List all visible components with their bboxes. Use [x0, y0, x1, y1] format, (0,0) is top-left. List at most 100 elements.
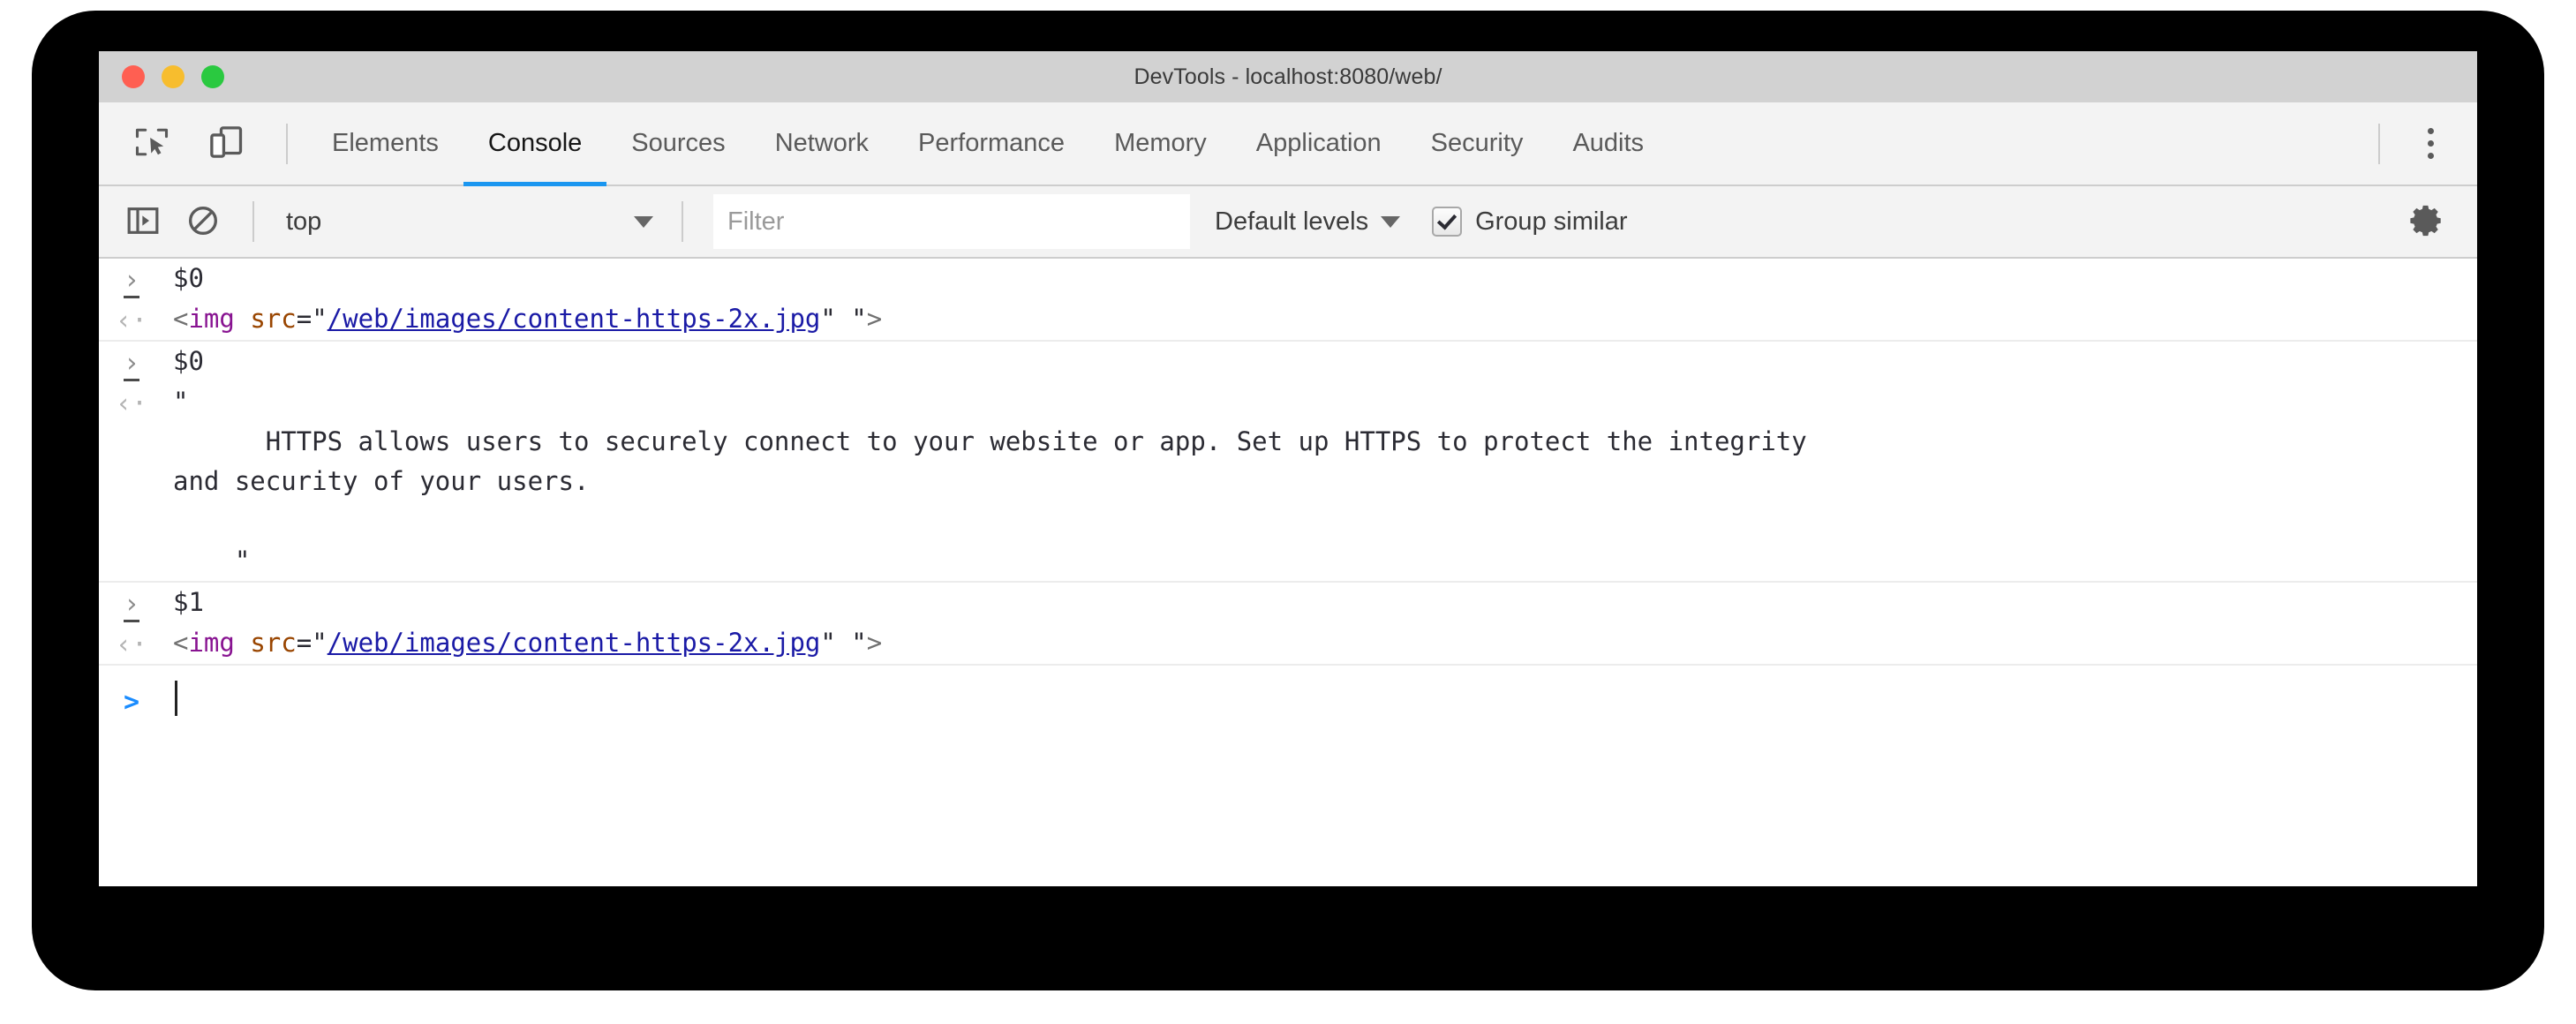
console-toolbar-divider [252, 201, 254, 242]
console-input-arrow-icon: › [123, 267, 140, 298]
quote-close: " [820, 304, 836, 334]
execution-context-selector[interactable]: top [274, 195, 662, 248]
angle-close: > [866, 628, 883, 658]
console-html-result: <img src="/web/images/content-https-2x.j… [164, 623, 2477, 663]
console-input-arrow-icon: › [123, 350, 140, 381]
console-message-group: › $1 ‹· <img src="/web/images/content-https… [99, 583, 2477, 666]
tab-application[interactable]: Application [1232, 102, 1406, 184]
execution-context-label: top [286, 207, 322, 236]
log-levels-label: Default levels [1215, 207, 1369, 236]
console-output-row[interactable]: ‹· <img src="/web/images/content-https-2x… [99, 623, 2477, 664]
row-gutter: › [99, 259, 164, 298]
tab-sources[interactable]: Sources [606, 102, 749, 184]
text-cursor [175, 681, 177, 716]
panel-icon-group [99, 112, 307, 176]
close-window-button[interactable] [122, 65, 145, 88]
panel-tabs: Elements Console Sources Network Performance… [307, 102, 2359, 186]
traffic-lights [122, 51, 224, 102]
console-message-group: › $0 ‹· <img src="/web/images/content-https… [99, 259, 2477, 342]
console-prompt-row[interactable]: > [99, 666, 2477, 726]
console-input-row[interactable]: › $1 [99, 583, 2477, 623]
inspect-element-icon [132, 123, 171, 164]
angle-open: < [173, 304, 189, 334]
log-levels-selector[interactable]: Default levels [1215, 195, 1409, 248]
inspect-element-button[interactable] [118, 112, 185, 176]
equals: = [296, 628, 313, 658]
tag-name: img [188, 304, 235, 334]
clear-console-button[interactable] [173, 192, 233, 252]
window-title: DevTools - localhost:8080/web/ [1134, 64, 1442, 89]
devtools-window: DevTools - localhost:8080/web/ Elements … [99, 51, 2477, 886]
attribute-name: src [250, 304, 297, 334]
tab-memory[interactable]: Memory [1089, 102, 1232, 184]
attribute-name: src [250, 628, 297, 658]
console-message-group: › $0 ‹· " HTTPS allows users to securely co… [99, 342, 2477, 583]
console-input-expression: $0 [173, 346, 204, 376]
chevron-down-icon [634, 215, 653, 228]
group-similar-checkbox[interactable] [1432, 207, 1463, 237]
attribute-url[interactable]: /web/images/content-https-2x.jpg [328, 304, 821, 334]
console-output-row[interactable]: ‹· <img src="/web/images/content-https-2x… [99, 299, 2477, 340]
filter-input[interactable] [713, 194, 1190, 249]
console-html-result: <img src="/web/images/content-https-2x.j… [164, 299, 2477, 339]
tab-network[interactable]: Network [750, 102, 893, 184]
settings-gear-icon [2409, 202, 2446, 242]
console-message-list[interactable]: › $0 ‹· <img src="/web/images/content-https… [99, 259, 2477, 886]
trailing: " [835, 304, 867, 334]
angle-open: < [173, 628, 189, 658]
console-prompt-arrow-icon: > [123, 686, 140, 718]
tag-name: img [188, 628, 235, 658]
quote-open: " [312, 628, 328, 658]
tab-console[interactable]: Console [463, 102, 607, 186]
quote-open: " [312, 304, 328, 334]
window-title-bar: DevTools - localhost:8080/web/ [99, 51, 2477, 102]
clear-console-icon [185, 203, 221, 241]
tab-performance[interactable]: Performance [893, 102, 1089, 184]
row-gutter: > [99, 681, 164, 717]
row-gutter: ‹· [99, 382, 164, 418]
console-output-arrow-icon: ‹· [115, 629, 148, 660]
tab-security[interactable]: Security [1406, 102, 1548, 184]
console-input-expression: $0 [173, 263, 204, 293]
console-toolbar-divider [682, 201, 683, 242]
row-gutter: ‹· [99, 623, 164, 659]
console-sidebar-toggle-button[interactable] [113, 192, 173, 252]
tab-bar-divider [2378, 123, 2380, 164]
row-gutter: › [99, 583, 164, 622]
group-similar-label: Group similar [1475, 207, 1628, 236]
tab-bar-right [2359, 113, 2477, 175]
tab-elements[interactable]: Elements [307, 102, 463, 184]
console-input-row[interactable]: › $0 [99, 342, 2477, 382]
console-string-result: " HTTPS allows users to securely connect… [173, 387, 1807, 576]
devtools-tab-bar: Elements Console Sources Network Performance… [99, 102, 2477, 186]
maximize-window-button[interactable] [201, 65, 224, 88]
kebab-dot-icon [2427, 128, 2434, 134]
device-toolbar-button[interactable] [192, 112, 260, 176]
attribute-url[interactable]: /web/images/content-https-2x.jpg [328, 628, 821, 658]
kebab-dot-icon [2427, 153, 2434, 159]
console-output-row[interactable]: ‹· " HTTPS allows users to securely conne… [99, 382, 2477, 581]
equals: = [296, 304, 313, 334]
row-gutter: ‹· [99, 299, 164, 335]
console-input-row[interactable]: › $0 [99, 259, 2477, 299]
console-output-arrow-icon: ‹· [115, 388, 148, 419]
tab-audits[interactable]: Audits [1548, 102, 1668, 184]
console-input-expression: $1 [173, 587, 204, 617]
chevron-down-icon [1381, 215, 1401, 228]
console-toolbar: top Default levels Group similar [99, 186, 2477, 259]
group-similar-toggle[interactable]: Group similar [1432, 195, 1628, 248]
row-gutter: › [99, 342, 164, 381]
console-output-arrow-icon: ‹· [115, 305, 148, 336]
minimize-window-button[interactable] [162, 65, 185, 88]
settings-button[interactable] [2398, 192, 2458, 252]
toolbar-divider [286, 123, 288, 164]
trailing: " [835, 628, 867, 658]
quote-close: " [820, 628, 836, 658]
kebab-dot-icon [2427, 140, 2434, 147]
console-input-arrow-icon: › [123, 591, 140, 622]
more-options-button[interactable] [2399, 113, 2461, 175]
angle-close: > [866, 304, 883, 334]
device-toolbar-icon [207, 123, 245, 164]
